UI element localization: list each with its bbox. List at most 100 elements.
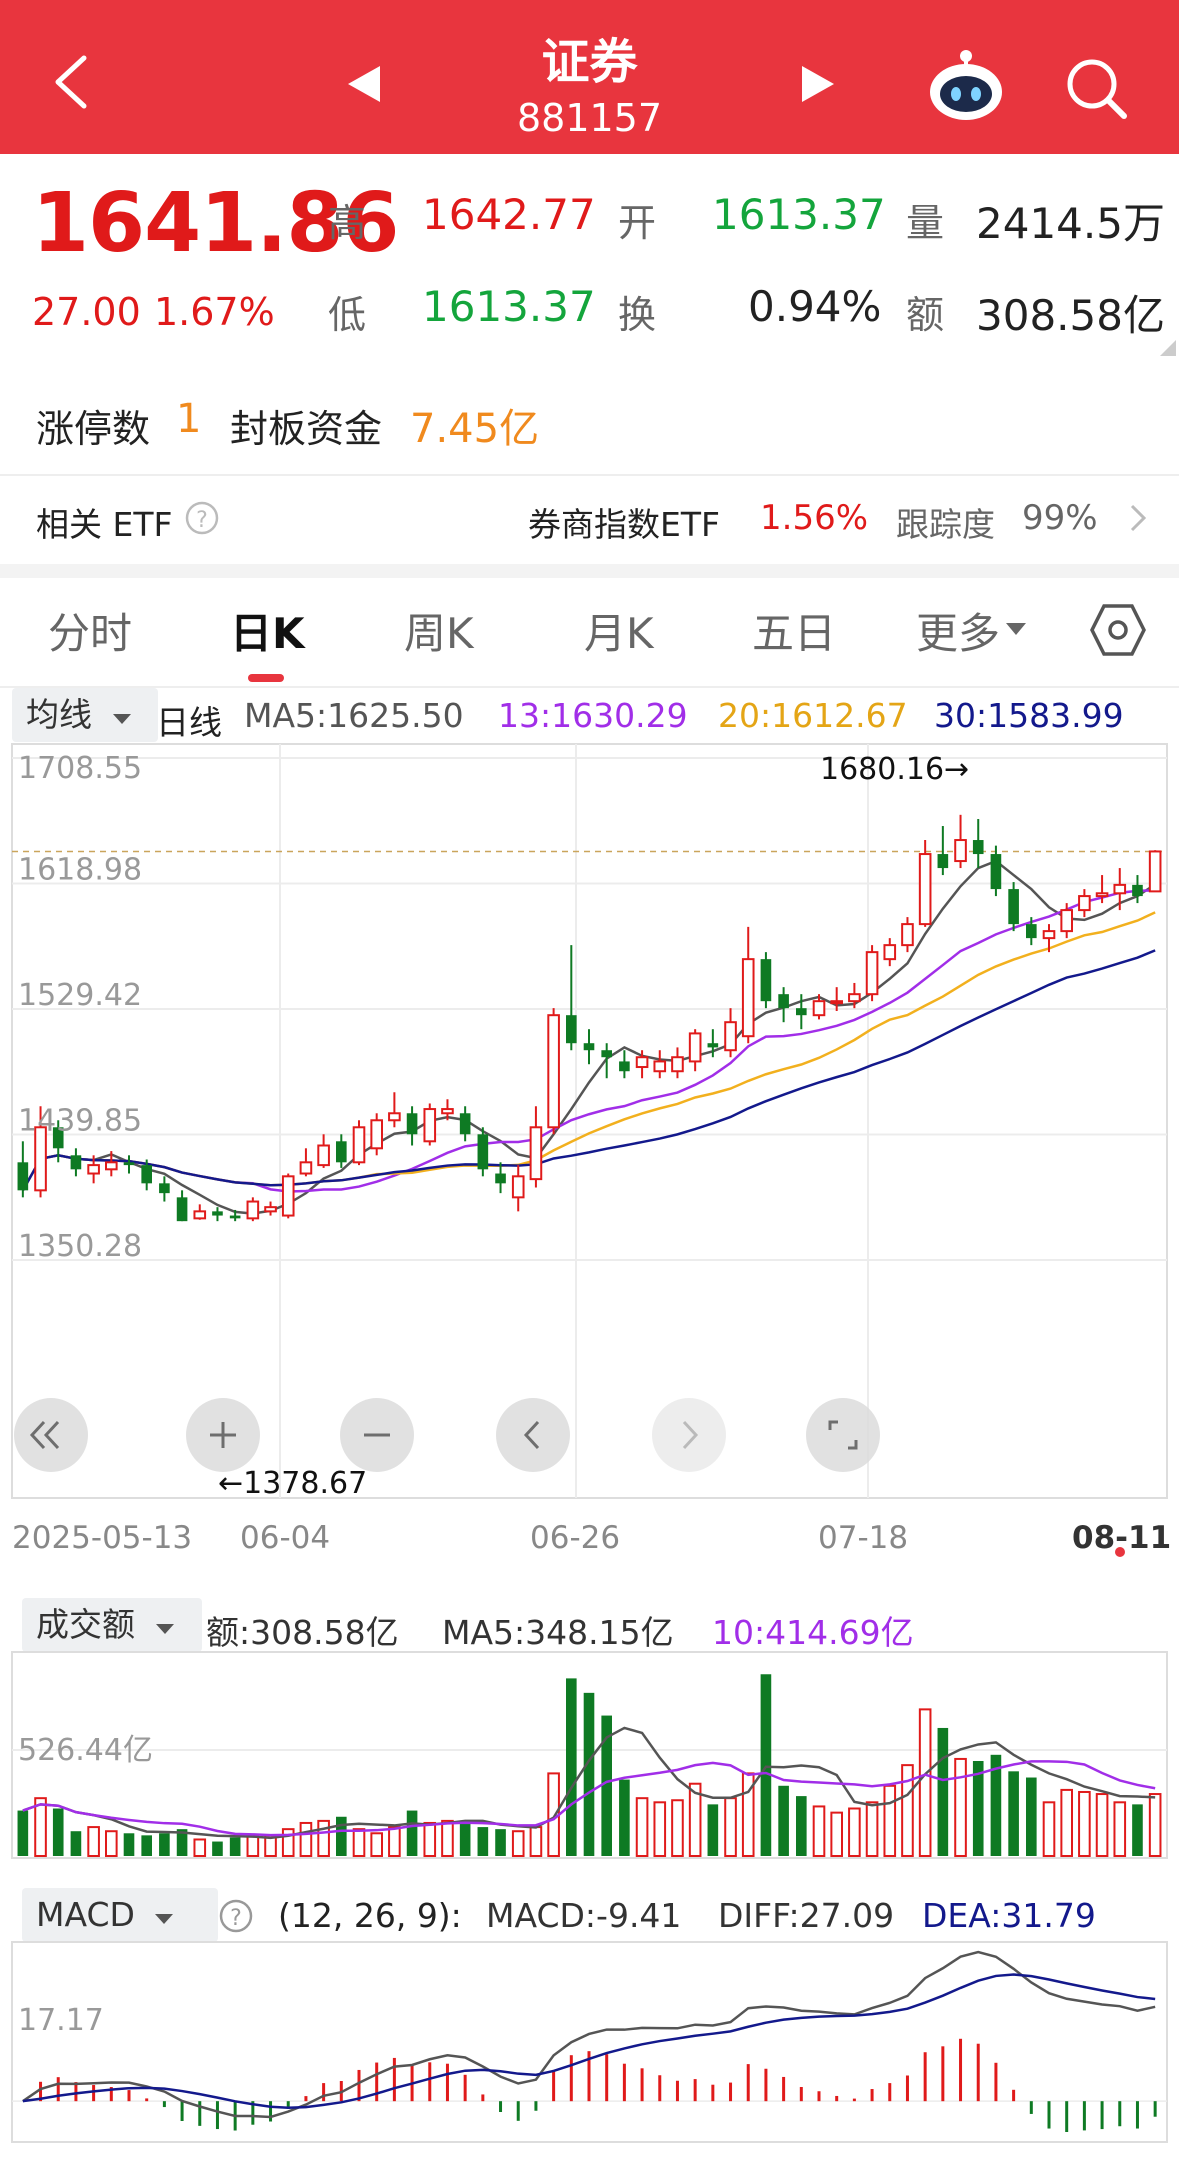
candle-body [317, 1144, 330, 1167]
candle-body [159, 1183, 170, 1194]
volume-ma10: 10:414.69亿 [712, 1613, 914, 1652]
divider [0, 474, 1179, 476]
ma30-value: 30:1583.99 [934, 696, 1124, 735]
candle-body [1008, 889, 1019, 925]
chevron-right-icon[interactable] [1128, 502, 1148, 538]
volume-bar [52, 1808, 64, 1856]
tab-five-day[interactable]: 五日 [752, 600, 836, 661]
x-tick-label: 06-04 [240, 1520, 330, 1556]
svg-text:?: ? [230, 1906, 242, 1931]
macd-indicator-select[interactable]: MACD [22, 1888, 218, 1942]
volume-chart[interactable]: 526.44亿 [0, 1650, 1179, 1860]
annotation-high: 1680.16→ [820, 752, 970, 787]
candle-body [688, 1032, 702, 1063]
low-value: 1613.37 [422, 282, 596, 331]
candle-body [1148, 850, 1162, 893]
volume-bar [619, 1779, 630, 1856]
help-icon[interactable]: ? [184, 500, 220, 540]
candle-body [264, 1206, 277, 1213]
rewind-button[interactable] [14, 1398, 88, 1472]
volume-bar [1095, 1793, 1109, 1857]
x-tick-label: 2025-05-13 [12, 1520, 192, 1556]
zoom-in-button[interactable] [186, 1398, 260, 1472]
y-tick-label: 1529.42 [18, 978, 142, 1013]
volume-bar [653, 1801, 667, 1858]
candle-body [990, 854, 1002, 890]
candlestick-chart[interactable]: 1708.55 1618.98 1529.42 1439.85 1350.28 2025-… [0, 740, 1179, 1560]
ma13-value: 13:1630.29 [498, 696, 688, 735]
candle-body [495, 1173, 506, 1184]
turnover-value: 0.94% [748, 282, 882, 331]
settings-hexagon-icon[interactable] [1090, 604, 1146, 660]
prev-button[interactable] [496, 1398, 570, 1472]
period-label: 日线 [156, 703, 222, 742]
volume-bar [123, 1833, 135, 1856]
volume-bar [105, 1830, 118, 1857]
candle-body [87, 1164, 100, 1175]
volume-bar [1113, 1801, 1127, 1858]
candle-body [883, 944, 897, 961]
volume-bar [388, 1826, 401, 1858]
volume-bar [954, 1757, 967, 1857]
volume-bar [1026, 1777, 1037, 1856]
candle-body [937, 854, 949, 869]
volume-bar [246, 1834, 260, 1857]
macd-chart[interactable]: 17.17 [0, 1940, 1179, 2169]
tab-weekly-k[interactable]: 周K [404, 600, 474, 661]
robot-assistant-icon[interactable] [928, 48, 1004, 128]
candle-body [1042, 930, 1056, 940]
macd-help-icon[interactable]: ? [218, 1898, 254, 1938]
candle-body [583, 1043, 595, 1051]
volume-bar [830, 1811, 844, 1857]
tab-daily-k[interactable]: 日K [230, 600, 305, 661]
expand-corner-icon[interactable] [1160, 340, 1176, 360]
volume-bar [1008, 1771, 1019, 1856]
turnover-label: 换 [618, 293, 657, 337]
active-tab-indicator [248, 674, 284, 682]
macd-y-tick: 17.17 [18, 2003, 104, 2038]
candle-body [176, 1197, 188, 1222]
more-dropdown-icon[interactable] [1006, 622, 1026, 641]
search-icon[interactable] [1064, 56, 1128, 124]
volume-bar [1132, 1804, 1143, 1856]
candle-body [17, 1162, 29, 1191]
volume-bar [937, 1727, 949, 1856]
candle-body [812, 1000, 826, 1017]
volume-bar [477, 1827, 489, 1856]
candle-body [671, 1056, 684, 1073]
tab-more[interactable]: 更多 [916, 600, 1000, 661]
high-label: 高 [328, 201, 367, 245]
volume-bar [229, 1837, 241, 1856]
volume-bar [918, 1708, 932, 1857]
candle-body [193, 1210, 207, 1220]
volume-bar [281, 1828, 295, 1858]
next-button[interactable] [652, 1398, 726, 1472]
etf-name[interactable]: 券商指数ETF [528, 498, 720, 546]
candle-body [1113, 883, 1127, 895]
amount-value: 308.58亿 [976, 291, 1165, 340]
tab-monthly-k[interactable]: 月K [584, 600, 654, 661]
tab-intraday[interactable]: 分时 [48, 600, 132, 661]
volume-bar [299, 1821, 313, 1858]
volume-bar [1078, 1790, 1091, 1857]
candle-body [281, 1175, 295, 1217]
low-label: 低 [328, 293, 367, 337]
volume-ma5: MA5:348.15亿 [442, 1613, 674, 1652]
candle-body [796, 1008, 807, 1016]
volume-bar [1148, 1793, 1162, 1857]
indicator-select[interactable]: 均线 [12, 688, 158, 742]
volume-indicator-select[interactable]: 成交额 [22, 1598, 202, 1652]
fullscreen-button[interactable] [806, 1398, 880, 1472]
candle-body [459, 1113, 471, 1135]
volume-bar [848, 1807, 861, 1857]
ma5-value: MA5:1625.50 [244, 696, 464, 735]
volume-bar [671, 1799, 684, 1858]
candle-body [635, 1056, 649, 1069]
candle-body [547, 1014, 560, 1129]
zoom-out-button[interactable] [340, 1398, 414, 1472]
volume-amount: 额:308.58亿 [206, 1613, 399, 1652]
volume-bar [635, 1797, 649, 1858]
volume-bar [159, 1833, 170, 1856]
next-stock-icon[interactable] [800, 64, 836, 108]
volume-label: 量 [906, 201, 945, 245]
